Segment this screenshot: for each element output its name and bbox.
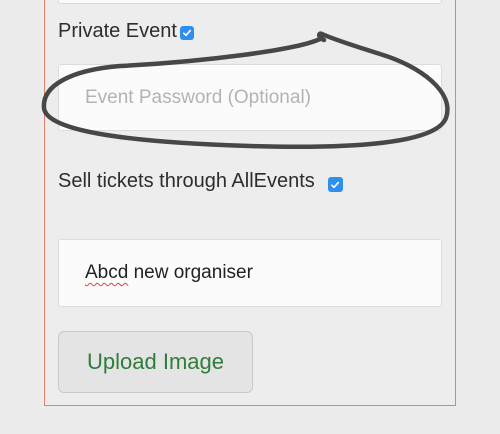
- event-password-input[interactable]: Event Password (Optional): [58, 64, 442, 131]
- private-event-label: Private Event: [58, 20, 177, 42]
- private-event-checkbox[interactable]: [179, 26, 194, 40]
- previous-input-field[interactable]: [58, 0, 442, 4]
- sell-tickets-label: Sell tickets through AllEvents: [58, 170, 315, 192]
- checkmark-icon: [331, 181, 340, 188]
- organiser-name-input[interactable]: Abcd new organiser: [58, 239, 442, 307]
- sell-tickets-checkbox[interactable]: [327, 177, 343, 192]
- sell-tickets-row: Sell tickets through AllEvents: [58, 170, 343, 193]
- event-password-placeholder: Event Password (Optional): [85, 86, 311, 108]
- organiser-name-misspelled-word: Abcd: [85, 262, 129, 283]
- organiser-name-text: new organiser: [128, 262, 253, 283]
- upload-image-button[interactable]: Upload Image: [58, 331, 253, 393]
- private-event-row: Private Event: [58, 20, 194, 43]
- checkmark-icon: [182, 29, 192, 37]
